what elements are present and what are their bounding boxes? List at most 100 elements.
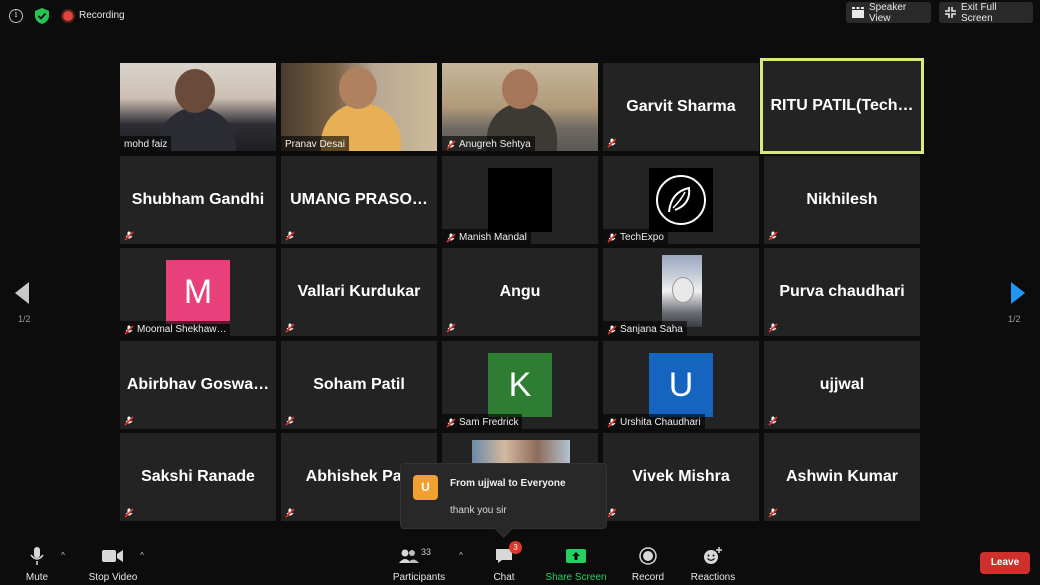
participant-tile[interactable]: Ashwin Kumar bbox=[764, 433, 920, 521]
participant-tile[interactable]: K Sam Fredrick bbox=[442, 341, 598, 429]
speaker-view-icon bbox=[852, 7, 864, 18]
mic-muted-icon bbox=[285, 323, 295, 333]
participant-tile[interactable]: Abirbhav Goswa… bbox=[120, 341, 276, 429]
participant-tile-active-speaker[interactable]: RITU PATIL(Tech… bbox=[760, 58, 924, 154]
mic-muted-icon bbox=[446, 232, 456, 243]
mic-muted-icon bbox=[607, 417, 617, 428]
reactions-button[interactable]: Reactions bbox=[690, 538, 736, 585]
participant-tile[interactable]: Sanjana Saha bbox=[603, 248, 759, 336]
participant-name: Garvit Sharma bbox=[626, 98, 736, 115]
chat-message: thank you sir bbox=[450, 505, 507, 516]
chat-unread-badge: 3 bbox=[509, 541, 522, 554]
participant-tile[interactable]: Sakshi Ranade bbox=[120, 433, 276, 521]
chat-icon: 3 bbox=[492, 541, 522, 567]
page-indicator-right: 1/2 bbox=[1008, 314, 1021, 324]
participant-tile[interactable]: Manish Mandal bbox=[442, 156, 598, 244]
record-button[interactable]: Record bbox=[630, 538, 666, 585]
profile-picture bbox=[488, 168, 552, 232]
mic-muted-icon bbox=[124, 231, 134, 241]
page-indicator-left: 1/2 bbox=[18, 314, 31, 324]
participant-name: Angu bbox=[499, 283, 541, 300]
participants-count: 33 bbox=[421, 547, 432, 557]
mic-muted-icon bbox=[607, 138, 617, 148]
stop-video-label: Stop Video bbox=[88, 572, 138, 583]
microphone-icon bbox=[25, 545, 49, 567]
mic-muted-icon bbox=[768, 323, 778, 333]
participant-tile[interactable]: Vallari Kurdukar bbox=[281, 248, 437, 336]
participant-tile[interactable]: M Moomal Shekhaw… bbox=[120, 248, 276, 336]
avatar-letter: K bbox=[488, 353, 552, 417]
sender-avatar: U bbox=[413, 475, 438, 500]
participant-tile[interactable]: TechExpo bbox=[603, 156, 759, 244]
participant-tile[interactable]: Purva chaudhari bbox=[764, 248, 920, 336]
participant-name: RITU PATIL(Tech… bbox=[770, 97, 914, 114]
previous-page-arrow-icon[interactable] bbox=[15, 282, 29, 304]
chat-sender: From ujjwal to Everyone bbox=[450, 478, 566, 489]
participant-name-label: Sam Fredrick bbox=[442, 414, 523, 429]
mic-muted-icon bbox=[768, 416, 778, 426]
participant-video-thumbnail bbox=[472, 440, 570, 464]
participant-name: Sakshi Ranade bbox=[141, 468, 255, 485]
participant-tile[interactable]: Garvit Sharma bbox=[603, 63, 759, 151]
mic-muted-icon bbox=[124, 508, 134, 518]
share-screen-icon bbox=[564, 545, 588, 567]
chat-button[interactable]: 3 Chat bbox=[488, 538, 522, 585]
participant-name-label: Pranav Desai bbox=[281, 136, 350, 151]
participant-name-label: TechExpo bbox=[603, 229, 668, 244]
next-page-arrow-icon[interactable] bbox=[1011, 282, 1025, 304]
participants-button[interactable]: 33 Participants bbox=[390, 538, 448, 585]
exit-full-screen-button[interactable]: Exit Full Screen bbox=[939, 2, 1033, 24]
participants-options-caret-icon[interactable]: ^ bbox=[456, 551, 466, 561]
participant-name-label: Manish Mandal bbox=[442, 229, 531, 244]
participant-tile[interactable]: ujjwal bbox=[764, 341, 920, 429]
share-screen-button[interactable]: Share Screen bbox=[544, 538, 608, 585]
top-bar: i Recording Speaker View Exit Full Scree… bbox=[0, 0, 1040, 32]
participant-name: UMANG PRASO… bbox=[290, 191, 428, 208]
chat-label: Chat bbox=[493, 572, 515, 583]
mic-muted-icon bbox=[768, 231, 778, 241]
participant-name: Shubham Gandhi bbox=[131, 191, 265, 208]
chat-notification[interactable]: U From ujjwal to Everyone thank you sir bbox=[400, 463, 607, 529]
mic-muted-icon bbox=[446, 323, 456, 333]
recording-dot-icon bbox=[63, 11, 73, 21]
participant-tile[interactable]: U Urshita Chaudhari bbox=[603, 341, 759, 429]
participant-name: Vallari Kurdukar bbox=[297, 283, 421, 300]
participant-name: Soham Patil bbox=[313, 376, 405, 393]
record-label: Record bbox=[631, 572, 665, 583]
participant-name-label: Anugreh Sehtya bbox=[442, 136, 535, 151]
participant-tile[interactable]: Vivek Mishra bbox=[603, 433, 759, 521]
participant-tile[interactable]: Anugreh Sehtya bbox=[442, 63, 598, 151]
audio-options-caret-icon[interactable]: ^ bbox=[58, 551, 68, 561]
video-options-caret-icon[interactable]: ^ bbox=[137, 551, 147, 561]
participant-name-label: mohd faiz bbox=[120, 136, 172, 151]
participant-name-label: Urshita Chaudhari bbox=[603, 414, 705, 429]
stop-video-button[interactable]: Stop Video bbox=[85, 538, 141, 585]
participant-name: Purva chaudhari bbox=[779, 283, 905, 300]
meeting-toolbar: Mute ^ Stop Video ^ 33 Participants ^ 3 … bbox=[0, 538, 1040, 585]
info-icon[interactable]: i bbox=[9, 9, 23, 23]
speaker-view-button[interactable]: Speaker View bbox=[846, 1, 931, 24]
participant-tile[interactable]: Nikhilesh bbox=[764, 156, 920, 244]
participant-tile[interactable]: Angu bbox=[442, 248, 598, 336]
exit-full-screen-icon bbox=[945, 7, 956, 18]
mic-muted-icon bbox=[607, 324, 617, 335]
participant-name: Vivek Mishra bbox=[632, 468, 730, 485]
mic-muted-icon bbox=[446, 417, 456, 428]
participant-tile[interactable]: mohd faiz bbox=[120, 63, 276, 151]
mic-muted-icon bbox=[768, 508, 778, 518]
participant-name-label: Sanjana Saha bbox=[603, 321, 687, 336]
mic-muted-icon bbox=[607, 508, 617, 518]
mute-label: Mute bbox=[25, 572, 49, 583]
shield-icon[interactable] bbox=[35, 8, 49, 24]
participant-tile[interactable]: Pranav Desai bbox=[281, 63, 437, 151]
participant-tile[interactable]: Shubham Gandhi bbox=[120, 156, 276, 244]
participants-icon: 33 bbox=[399, 545, 439, 567]
mute-button[interactable]: Mute bbox=[20, 538, 54, 585]
mic-muted-icon bbox=[124, 416, 134, 426]
participant-tile[interactable]: Soham Patil bbox=[281, 341, 437, 429]
speaker-view-label: Speaker View bbox=[869, 1, 907, 24]
mic-muted-icon bbox=[124, 324, 134, 335]
mic-muted-icon bbox=[285, 508, 295, 518]
leave-meeting-button[interactable]: Leave bbox=[980, 552, 1030, 574]
participant-tile[interactable]: UMANG PRASO… bbox=[281, 156, 437, 244]
